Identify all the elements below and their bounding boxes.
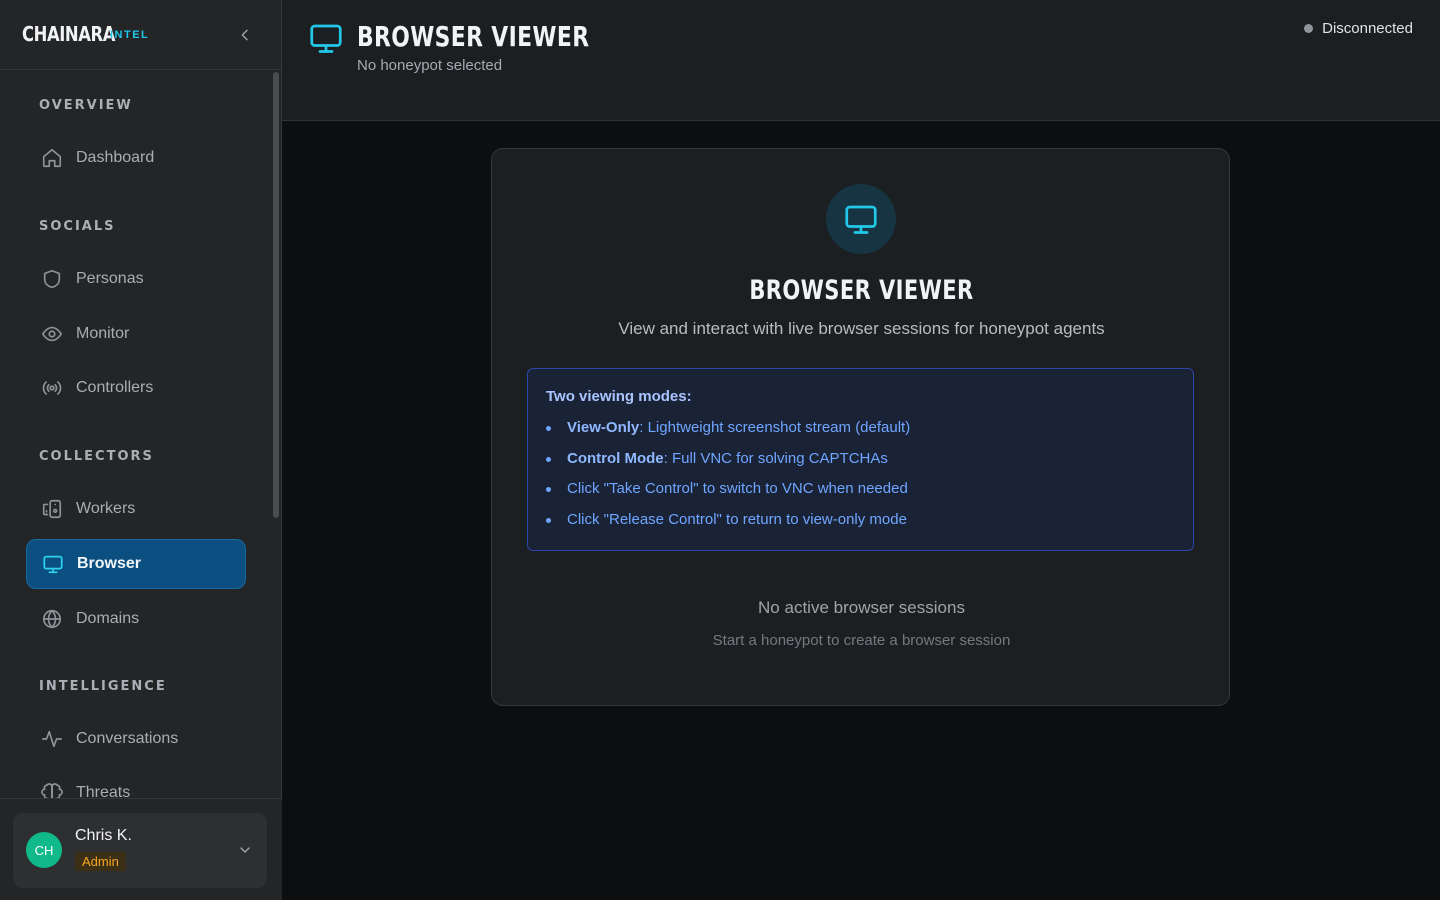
- brain-icon: [40, 781, 64, 798]
- sidebar-item-controllers[interactable]: Controllers: [26, 363, 246, 413]
- collapse-sidebar-button[interactable]: [236, 26, 254, 44]
- section-label-overview: OVERVIEW: [39, 98, 133, 113]
- card-title: BROWSER VIEWER: [749, 275, 974, 306]
- list-item: Click "Take Control" to switch to VNC wh…: [546, 479, 910, 510]
- page-header: BROWSER VIEWER No honeypot selected Disc…: [282, 0, 1440, 121]
- viewing-modes-info: Two viewing modes: View-Only: Lightweigh…: [527, 368, 1194, 551]
- page-subtitle: No honeypot selected: [357, 57, 503, 74]
- sidebar-item-label: Threats: [76, 784, 131, 798]
- section-label-socials: SOCIALS: [39, 219, 116, 234]
- modes-title: Two viewing modes:: [546, 388, 692, 405]
- list-item: View-Only: Lightweight screenshot stream…: [546, 418, 910, 449]
- page-title: BROWSER VIEWER: [357, 20, 590, 53]
- section-label-intelligence: INTELLIGENCE: [39, 679, 167, 694]
- sidebar-item-label: Personas: [76, 270, 144, 287]
- sidebar-item-label: Browser: [77, 555, 142, 572]
- activity-icon: [40, 727, 64, 751]
- monitor-icon: [845, 205, 877, 234]
- brand-name: CHAINARA: [22, 22, 116, 46]
- sidebar-item-label: Workers: [76, 500, 136, 517]
- sidebar-item-label: Domains: [76, 610, 140, 627]
- globe-icon: [40, 607, 64, 631]
- brand-tag: INTEL: [110, 29, 150, 41]
- list-item: Click "Release Control" to return to vie…: [546, 510, 910, 541]
- mode-name: Control Mode: [567, 449, 664, 467]
- home-icon: [40, 146, 64, 170]
- sidebar-item-conversations[interactable]: Conversations: [26, 714, 246, 764]
- chevron-down-icon: [240, 847, 250, 853]
- sidebar-item-domains[interactable]: Domains: [26, 594, 246, 644]
- brand-header: CHAINARA INTEL: [0, 0, 281, 70]
- empty-state-subtitle: Start a honeypot to create a browser ses…: [712, 632, 1011, 649]
- sidebar-item-threats[interactable]: Threats: [26, 768, 246, 798]
- sidebar-scrollbar[interactable]: [273, 72, 279, 518]
- card-icon-circle: [826, 184, 896, 254]
- user-area: CH Chris K. Admin: [0, 798, 282, 900]
- chevron-left-icon: [241, 29, 248, 41]
- sidebar-item-monitor[interactable]: Monitor: [26, 309, 246, 359]
- sidebar-item-label: Controllers: [76, 379, 154, 396]
- section-label-collectors: COLLECTORS: [39, 449, 154, 464]
- user-name: Chris K.: [75, 827, 132, 844]
- mode-text: : Full VNC for solving CAPTCHAs: [663, 449, 888, 467]
- status-text: Disconnected: [1322, 20, 1413, 37]
- mode-name: View-Only: [567, 419, 640, 436]
- monitor-icon: [41, 552, 65, 576]
- sidebar-item-label: Monitor: [76, 325, 130, 342]
- list-item: Control Mode: Full VNC for solving CAPTC…: [546, 449, 910, 480]
- avatar: CH: [26, 832, 62, 868]
- sidebar-item-browser[interactable]: Browser: [26, 539, 246, 589]
- card-description: View and interact with live browser sess…: [618, 319, 1105, 338]
- modes-list: View-Only: Lightweight screenshot stream…: [546, 418, 910, 541]
- radio-icon: [40, 376, 64, 400]
- sidebar-item-label: Dashboard: [76, 149, 155, 166]
- shield-icon: [40, 267, 64, 291]
- sidebar-nav: OVERVIEW Dashboard SOCIALS Personas Moni…: [0, 71, 272, 798]
- mode-text: Click "Take Control" to switch to VNC wh…: [567, 480, 908, 498]
- sidebar-item-dashboard[interactable]: Dashboard: [26, 133, 246, 183]
- status-dot-icon: [1304, 24, 1314, 33]
- sidebar-item-personas[interactable]: Personas: [26, 254, 246, 304]
- mode-text: Click "Release Control" to return to vie…: [567, 511, 907, 529]
- mode-text: : Lightweight screenshot stream (default…: [639, 419, 911, 436]
- sidebar-item-label: Conversations: [76, 730, 179, 747]
- devices-icon: [40, 497, 64, 521]
- sidebar: CHAINARA INTEL OVERVIEW Dashboard SOCIAL…: [0, 0, 282, 900]
- monitor-icon: [310, 24, 342, 53]
- browser-viewer-card: BROWSER VIEWER View and interact with li…: [491, 148, 1230, 706]
- role-badge: Admin: [75, 852, 126, 871]
- sidebar-item-workers[interactable]: Workers: [26, 484, 246, 534]
- user-menu-button[interactable]: CH Chris K. Admin: [13, 813, 267, 888]
- eye-icon: [40, 322, 64, 346]
- empty-state-title: No active browser sessions: [758, 598, 965, 617]
- connection-status: Disconnected: [1304, 20, 1413, 37]
